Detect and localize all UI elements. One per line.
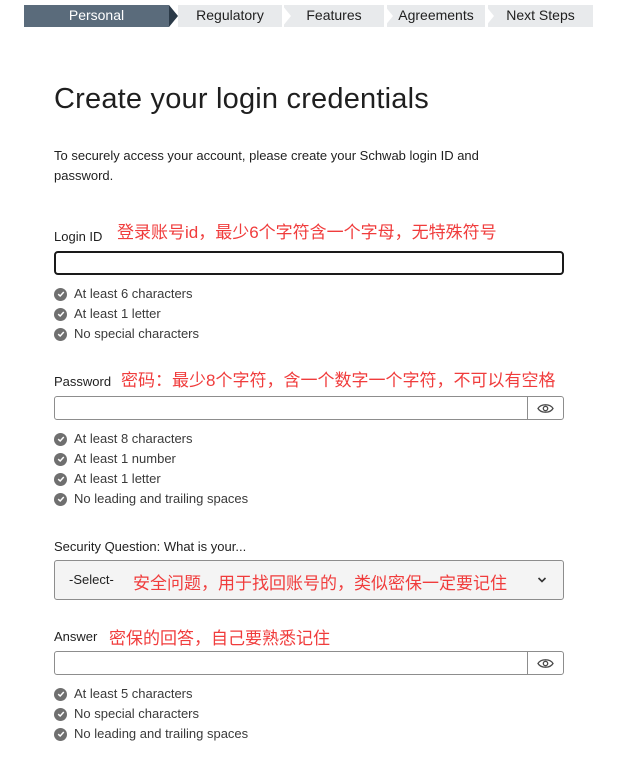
rule-text: At least 1 letter <box>74 471 161 486</box>
check-icon <box>54 472 67 486</box>
rule-text: No leading and trailing spaces <box>74 726 249 741</box>
password-input[interactable] <box>54 396 564 420</box>
rule-item: At least 8 characters <box>54 429 248 449</box>
check-icon <box>54 432 67 446</box>
check-icon <box>54 727 67 741</box>
rule-text: At least 5 characters <box>74 686 193 701</box>
check-icon <box>54 327 67 341</box>
check-icon <box>54 492 67 506</box>
rule-text: No leading and trailing spaces <box>74 491 249 506</box>
eye-icon <box>537 658 554 668</box>
check-icon <box>54 452 67 466</box>
check-icon <box>54 287 67 301</box>
rule-text: At least 8 characters <box>74 431 193 446</box>
security-question-value: -Select- <box>69 572 114 587</box>
show-password-button[interactable] <box>527 397 563 419</box>
step-label: Next Steps <box>506 7 575 23</box>
rule-text: At least 1 letter <box>74 306 161 321</box>
step-arrow <box>485 5 494 27</box>
login-id-input[interactable] <box>54 251 564 275</box>
page-title: Create your login credentials <box>54 83 429 115</box>
security-question-label: Security Question: What is your... <box>54 539 247 554</box>
answer-annotation: 密保的回答，自己要熟悉记住 <box>109 629 330 648</box>
check-icon <box>54 707 67 721</box>
step-features: Features <box>284 5 384 27</box>
rule-item: At least 1 number <box>54 449 248 469</box>
rule-item: No leading and trailing spaces <box>54 724 248 744</box>
step-personal: Personal <box>24 5 169 27</box>
step-label: Regulatory <box>196 7 264 23</box>
step-arrow <box>384 5 393 27</box>
security-question-annotation: 安全问题，用于找回账号的，类似密保一定要记住 <box>133 574 507 593</box>
intro-text: To securely access your account, please … <box>54 148 479 183</box>
step-label: Agreements <box>398 7 474 23</box>
rule-item: At least 6 characters <box>54 284 199 304</box>
rule-item: At least 1 letter <box>54 469 248 489</box>
rule-text: At least 1 number <box>74 451 176 466</box>
rule-item: No special characters <box>54 324 199 344</box>
rule-item: No leading and trailing spaces <box>54 489 248 509</box>
login-id-label: Login ID <box>54 229 103 244</box>
step-arrow <box>169 5 178 27</box>
check-icon <box>54 687 67 701</box>
answer-label: Answer <box>54 629 98 644</box>
step-agreements: Agreements <box>387 5 485 27</box>
eye-icon <box>537 403 554 413</box>
step-next-steps: Next Steps <box>488 5 593 27</box>
step-label: Features <box>306 7 362 23</box>
rule-item: At least 1 letter <box>54 304 199 324</box>
rule-item: No special characters <box>54 704 248 724</box>
step-regulatory: Regulatory <box>178 5 282 27</box>
rule-item: At least 5 characters <box>54 684 248 704</box>
password-rules: At least 8 characters At least 1 number … <box>54 429 248 509</box>
progress-steps: Personal Regulatory Features Agreements … <box>24 5 593 27</box>
login-id-rules: At least 6 characters At least 1 letter … <box>54 284 199 344</box>
show-answer-button[interactable] <box>527 652 563 674</box>
rule-text: No special characters <box>74 706 199 721</box>
answer-input[interactable] <box>54 651 564 675</box>
password-label: Password <box>54 374 112 389</box>
chevron-down-icon <box>537 577 547 583</box>
check-icon <box>54 307 67 321</box>
step-label: Personal <box>68 7 125 23</box>
step-arrow <box>282 5 291 27</box>
rule-text: At least 6 characters <box>74 286 193 301</box>
rule-text: No special characters <box>74 326 199 341</box>
password-annotation: 密码：最少8个字符，含一个数字一个字符，不可以有空格 <box>121 371 556 390</box>
login-id-annotation: 登录账号id，最少6个字符含一个字母，无特殊符号 <box>117 223 497 242</box>
answer-rules: At least 5 characters No special charact… <box>54 684 248 744</box>
